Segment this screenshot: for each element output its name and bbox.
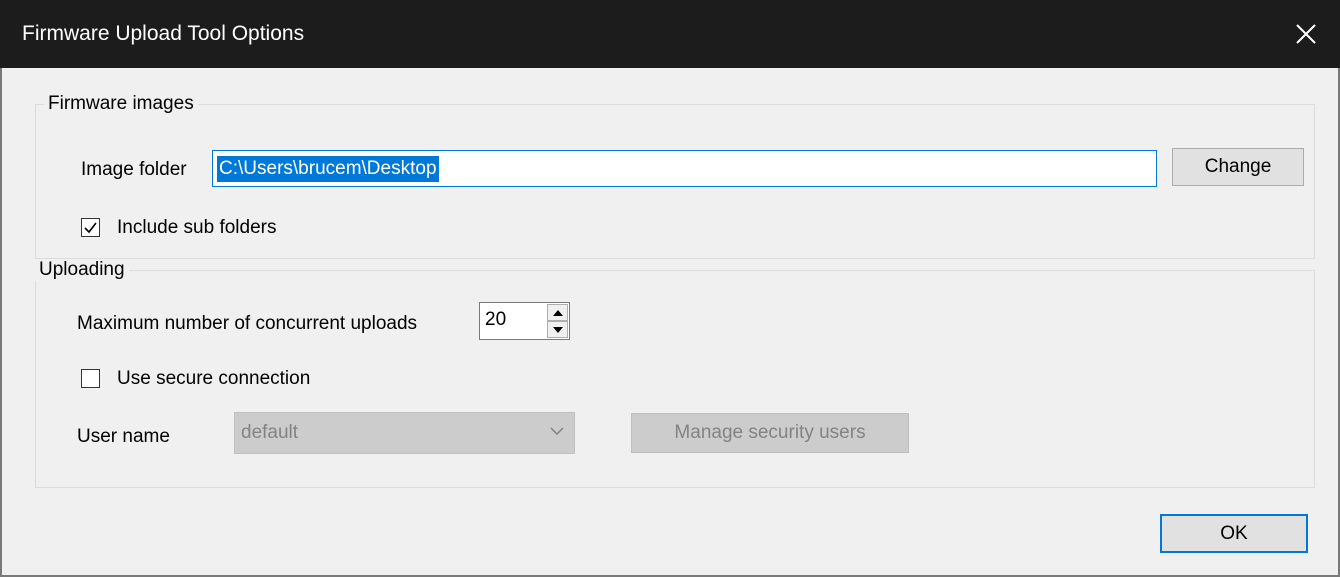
close-icon	[1296, 24, 1316, 44]
change-button[interactable]: Change	[1172, 148, 1304, 186]
spinner-buttons	[547, 304, 568, 338]
secure-connection-label[interactable]: Use secure connection	[117, 368, 310, 390]
max-uploads-spinner[interactable]: 20	[479, 302, 570, 340]
user-name-combo[interactable]: default	[234, 412, 575, 454]
image-folder-label: Image folder	[81, 159, 187, 180]
arrow-up-icon	[553, 310, 563, 316]
change-button-label: Change	[1204, 156, 1272, 177]
ok-button[interactable]: OK	[1160, 514, 1308, 553]
user-name-value: default	[241, 422, 299, 443]
manage-security-users-button[interactable]: Manage security users	[631, 413, 909, 453]
firmware-images-legend: Firmware images	[44, 93, 198, 115]
window-title: Firmware Upload Tool Options	[22, 22, 305, 45]
image-folder-input[interactable]: C:\Users\brucem\Desktop	[212, 150, 1157, 187]
max-uploads-label: Maximum number of concurrent uploads	[77, 313, 418, 334]
arrow-down-icon	[553, 327, 563, 333]
close-button[interactable]	[1272, 0, 1340, 68]
manage-security-users-label: Manage security users	[674, 422, 866, 443]
include-sub-folders-label[interactable]: Include sub folders	[117, 217, 277, 239]
checkmark-icon	[84, 222, 97, 234]
spin-down-button[interactable]	[547, 321, 568, 338]
max-uploads-value: 20	[485, 309, 507, 330]
chevron-down-icon	[550, 427, 564, 435]
uploading-legend: Uploading	[35, 259, 129, 281]
image-folder-value: C:\Users\brucem\Desktop	[217, 156, 439, 182]
window-border-left	[0, 68, 2, 577]
title-bar: Firmware Upload Tool Options	[0, 0, 1340, 68]
ok-button-label: OK	[1220, 523, 1248, 544]
user-name-label: User name	[77, 426, 170, 447]
spin-up-button[interactable]	[547, 304, 568, 321]
include-sub-folders-checkbox[interactable]	[81, 218, 100, 237]
secure-connection-checkbox[interactable]	[81, 369, 100, 388]
